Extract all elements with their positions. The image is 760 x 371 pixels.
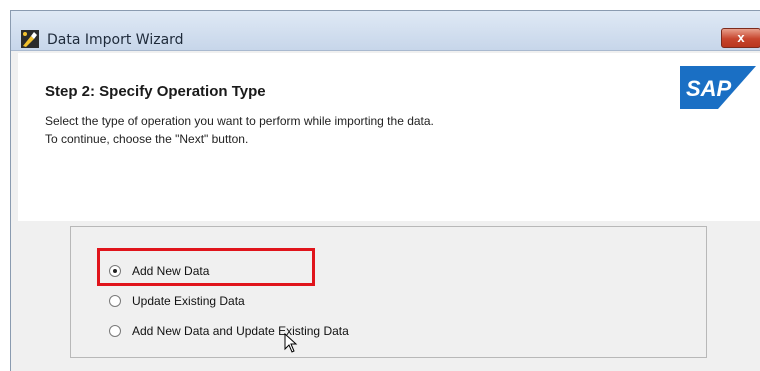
step-title: Step 2: Specify Operation Type bbox=[45, 83, 266, 100]
title-bar[interactable]: Data Import Wizard x bbox=[11, 11, 760, 51]
mouse-cursor-icon bbox=[284, 333, 298, 353]
option-add-and-update-data[interactable]: Add New Data and Update Existing Data bbox=[109, 321, 349, 341]
window-title: Data Import Wizard bbox=[47, 32, 184, 48]
step-description-line2: To continue, choose the "Next" button. bbox=[45, 132, 249, 146]
radio-add-new-data[interactable] bbox=[109, 265, 121, 277]
step-description-line1: Select the type of operation you want to… bbox=[45, 114, 434, 128]
operation-type-group: Add New Data Update Existing Data Add Ne… bbox=[70, 226, 707, 358]
radio-add-and-update-data[interactable] bbox=[109, 325, 121, 337]
option-add-new-data[interactable]: Add New Data bbox=[109, 261, 209, 281]
wizard-header: Step 2: Specify Operation Type Select th… bbox=[18, 53, 760, 221]
wizard-icon bbox=[21, 30, 39, 48]
option-label: Update Existing Data bbox=[132, 294, 245, 308]
option-update-existing-data[interactable]: Update Existing Data bbox=[109, 291, 245, 311]
option-label: Add New Data bbox=[132, 264, 210, 278]
close-button[interactable]: x bbox=[721, 28, 760, 48]
sap-logo: SAP bbox=[680, 66, 756, 109]
option-label: Add New Data and Update Existing Data bbox=[132, 324, 349, 338]
radio-update-existing-data[interactable] bbox=[109, 295, 121, 307]
close-icon: x bbox=[737, 30, 745, 45]
sap-logo-text: SAP bbox=[686, 76, 732, 101]
